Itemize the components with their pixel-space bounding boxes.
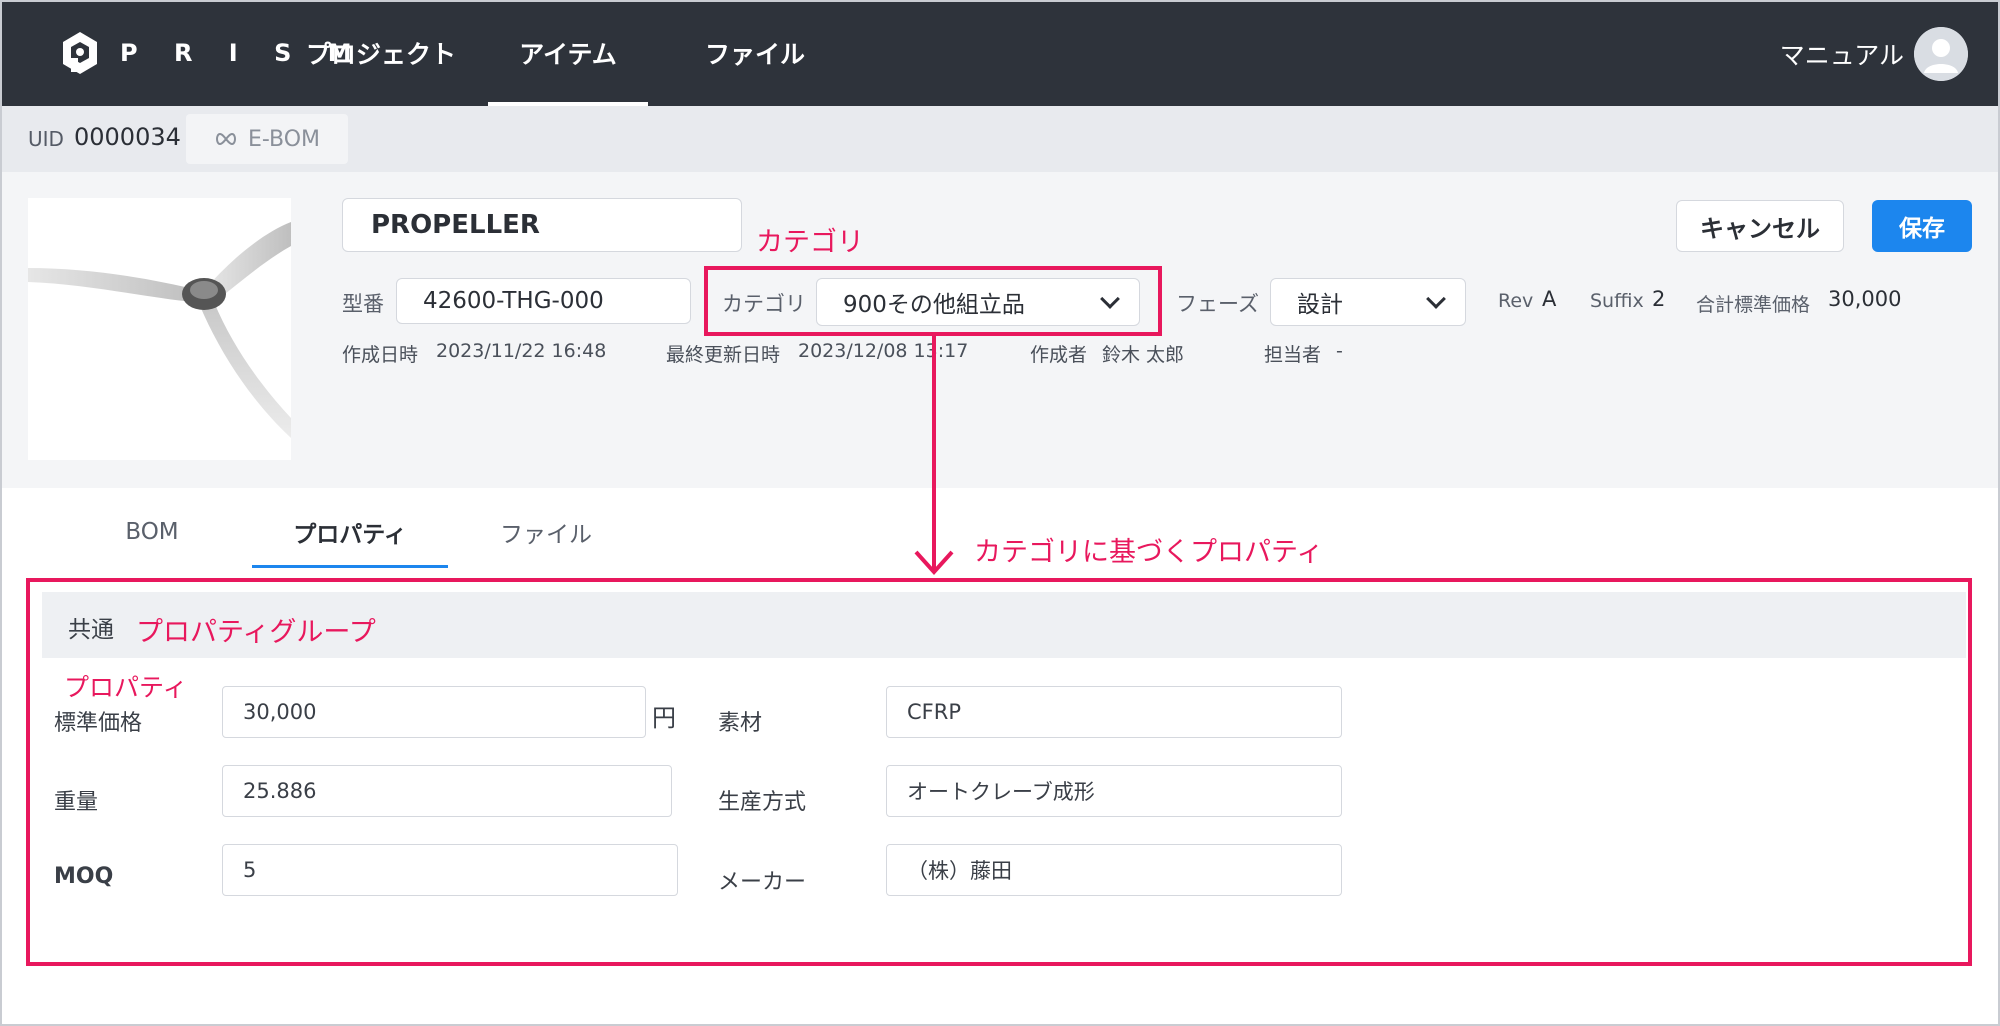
property-label-manufacturer: メーカー <box>718 870 807 895</box>
top-navigation: P R I S M プロジェクト アイテム ファイル マニュアル <box>0 0 2000 106</box>
annotation-category-properties: カテゴリに基づくプロパティ <box>974 537 1324 568</box>
phase-label: フェーズ <box>1176 292 1259 316</box>
item-thumbnail <box>28 198 291 460</box>
annotation-property: プロパティ <box>64 673 188 702</box>
infinity-icon <box>215 132 236 146</box>
save-button[interactable]: 保存 <box>1872 200 1972 252</box>
propeller-image <box>28 222 291 438</box>
uid-value: 0000034 <box>74 123 181 151</box>
production-method-input[interactable]: オートクレーブ成形 <box>886 765 1342 817</box>
standard-price-input[interactable]: 30,000 <box>222 686 646 738</box>
weight-input[interactable]: 25.886 <box>222 765 672 817</box>
material-input[interactable]: CFRP <box>886 686 1342 738</box>
nav-item-label: アイテム <box>519 40 617 69</box>
model-label: 型番 <box>342 292 384 316</box>
item-header-panel: PROPELLER キャンセル 保存 型番 42600-THG-000 カテゴリ… <box>0 172 2000 488</box>
total-price-label: 合計標準価格 <box>1696 294 1811 316</box>
annotation-property-group: プロパティグループ <box>136 617 376 648</box>
standard-price-value: 30,000 <box>243 700 317 724</box>
property-label-moq: MOQ <box>54 864 114 889</box>
suffix-value: 2 <box>1652 287 1666 311</box>
rev-label: Rev <box>1498 290 1534 312</box>
annotation-category: カテゴリ <box>756 227 864 258</box>
user-menu[interactable]: マニュアル <box>1780 27 1968 81</box>
author-value: 鈴木 太郎 <box>1102 344 1185 366</box>
item-name-input[interactable]: PROPELLER <box>342 198 742 252</box>
moq-input[interactable]: 5 <box>222 844 678 896</box>
arrow-down-icon <box>914 550 954 575</box>
nav-item-file[interactable]: ファイル <box>680 0 830 106</box>
nav-item-item[interactable]: アイテム <box>488 0 648 106</box>
annotation-arrow-line <box>932 336 936 572</box>
nav-item-label: プロジェクト <box>305 40 456 69</box>
property-label-production-method: 生産方式 <box>718 790 807 815</box>
weight-value: 25.886 <box>243 779 317 803</box>
tab-bom[interactable]: BOM <box>96 496 208 568</box>
moq-value: 5 <box>243 858 257 882</box>
author-label: 作成者 <box>1030 344 1088 366</box>
prism-logo-icon <box>63 32 97 74</box>
category-select[interactable]: 900その他組立品 <box>816 278 1140 326</box>
tab-label: ファイル <box>500 522 592 548</box>
chevron-down-icon <box>1100 289 1120 309</box>
user-avatar-icon <box>1914 27 1968 81</box>
phase-select[interactable]: 設計 <box>1270 278 1466 326</box>
created-label: 作成日時 <box>342 344 419 366</box>
category-label: カテゴリ <box>722 292 806 316</box>
standard-price-unit: 円 <box>652 704 676 732</box>
tab-label: BOM <box>125 519 179 545</box>
rev-value: A <box>1542 287 1557 311</box>
total-price-value: 30,000 <box>1828 287 1902 311</box>
tab-properties[interactable]: プロパティ <box>252 496 448 568</box>
updated-value: 2023/12/08 13:17 <box>798 340 969 362</box>
cancel-button[interactable]: キャンセル <box>1676 200 1844 252</box>
model-value: 42600-THG-000 <box>423 288 604 314</box>
nav-item-project[interactable]: プロジェクト <box>296 0 466 106</box>
uid-label: UID <box>28 127 64 151</box>
suffix-label: Suffix <box>1590 290 1644 312</box>
user-name: マニュアル <box>1779 41 1904 70</box>
property-group-label: 共通 <box>68 617 114 643</box>
production-method-value: オートクレーブ成形 <box>907 780 1095 804</box>
property-label-weight: 重量 <box>54 790 99 815</box>
manufacturer-value: （株）藤田 <box>907 859 1012 883</box>
category-value: 900その他組立品 <box>843 292 1025 318</box>
tab-label: プロパティ <box>293 522 407 548</box>
material-value: CFRP <box>907 700 961 724</box>
phase-value: 設計 <box>1297 292 1343 318</box>
property-label-material: 素材 <box>718 711 763 736</box>
model-input[interactable]: 42600-THG-000 <box>396 278 691 324</box>
tab-files[interactable]: ファイル <box>478 496 614 568</box>
created-value: 2023/11/22 16:48 <box>436 340 607 362</box>
item-name-value: PROPELLER <box>371 210 540 240</box>
nav-item-label: ファイル <box>704 40 805 69</box>
property-label-standard-price: 標準価格 <box>54 711 143 736</box>
chevron-down-icon <box>1426 289 1446 309</box>
ebom-label: E-BOM <box>247 126 321 152</box>
assignee-value: - <box>1336 340 1343 362</box>
manufacturer-input[interactable]: （株）藤田 <box>886 844 1342 896</box>
ebom-button[interactable]: E-BOM <box>186 114 348 164</box>
updated-label: 最終更新日時 <box>666 344 781 366</box>
assignee-label: 担当者 <box>1264 344 1322 366</box>
uid-bar: UID 0000034 E-BOM <box>0 106 2000 172</box>
